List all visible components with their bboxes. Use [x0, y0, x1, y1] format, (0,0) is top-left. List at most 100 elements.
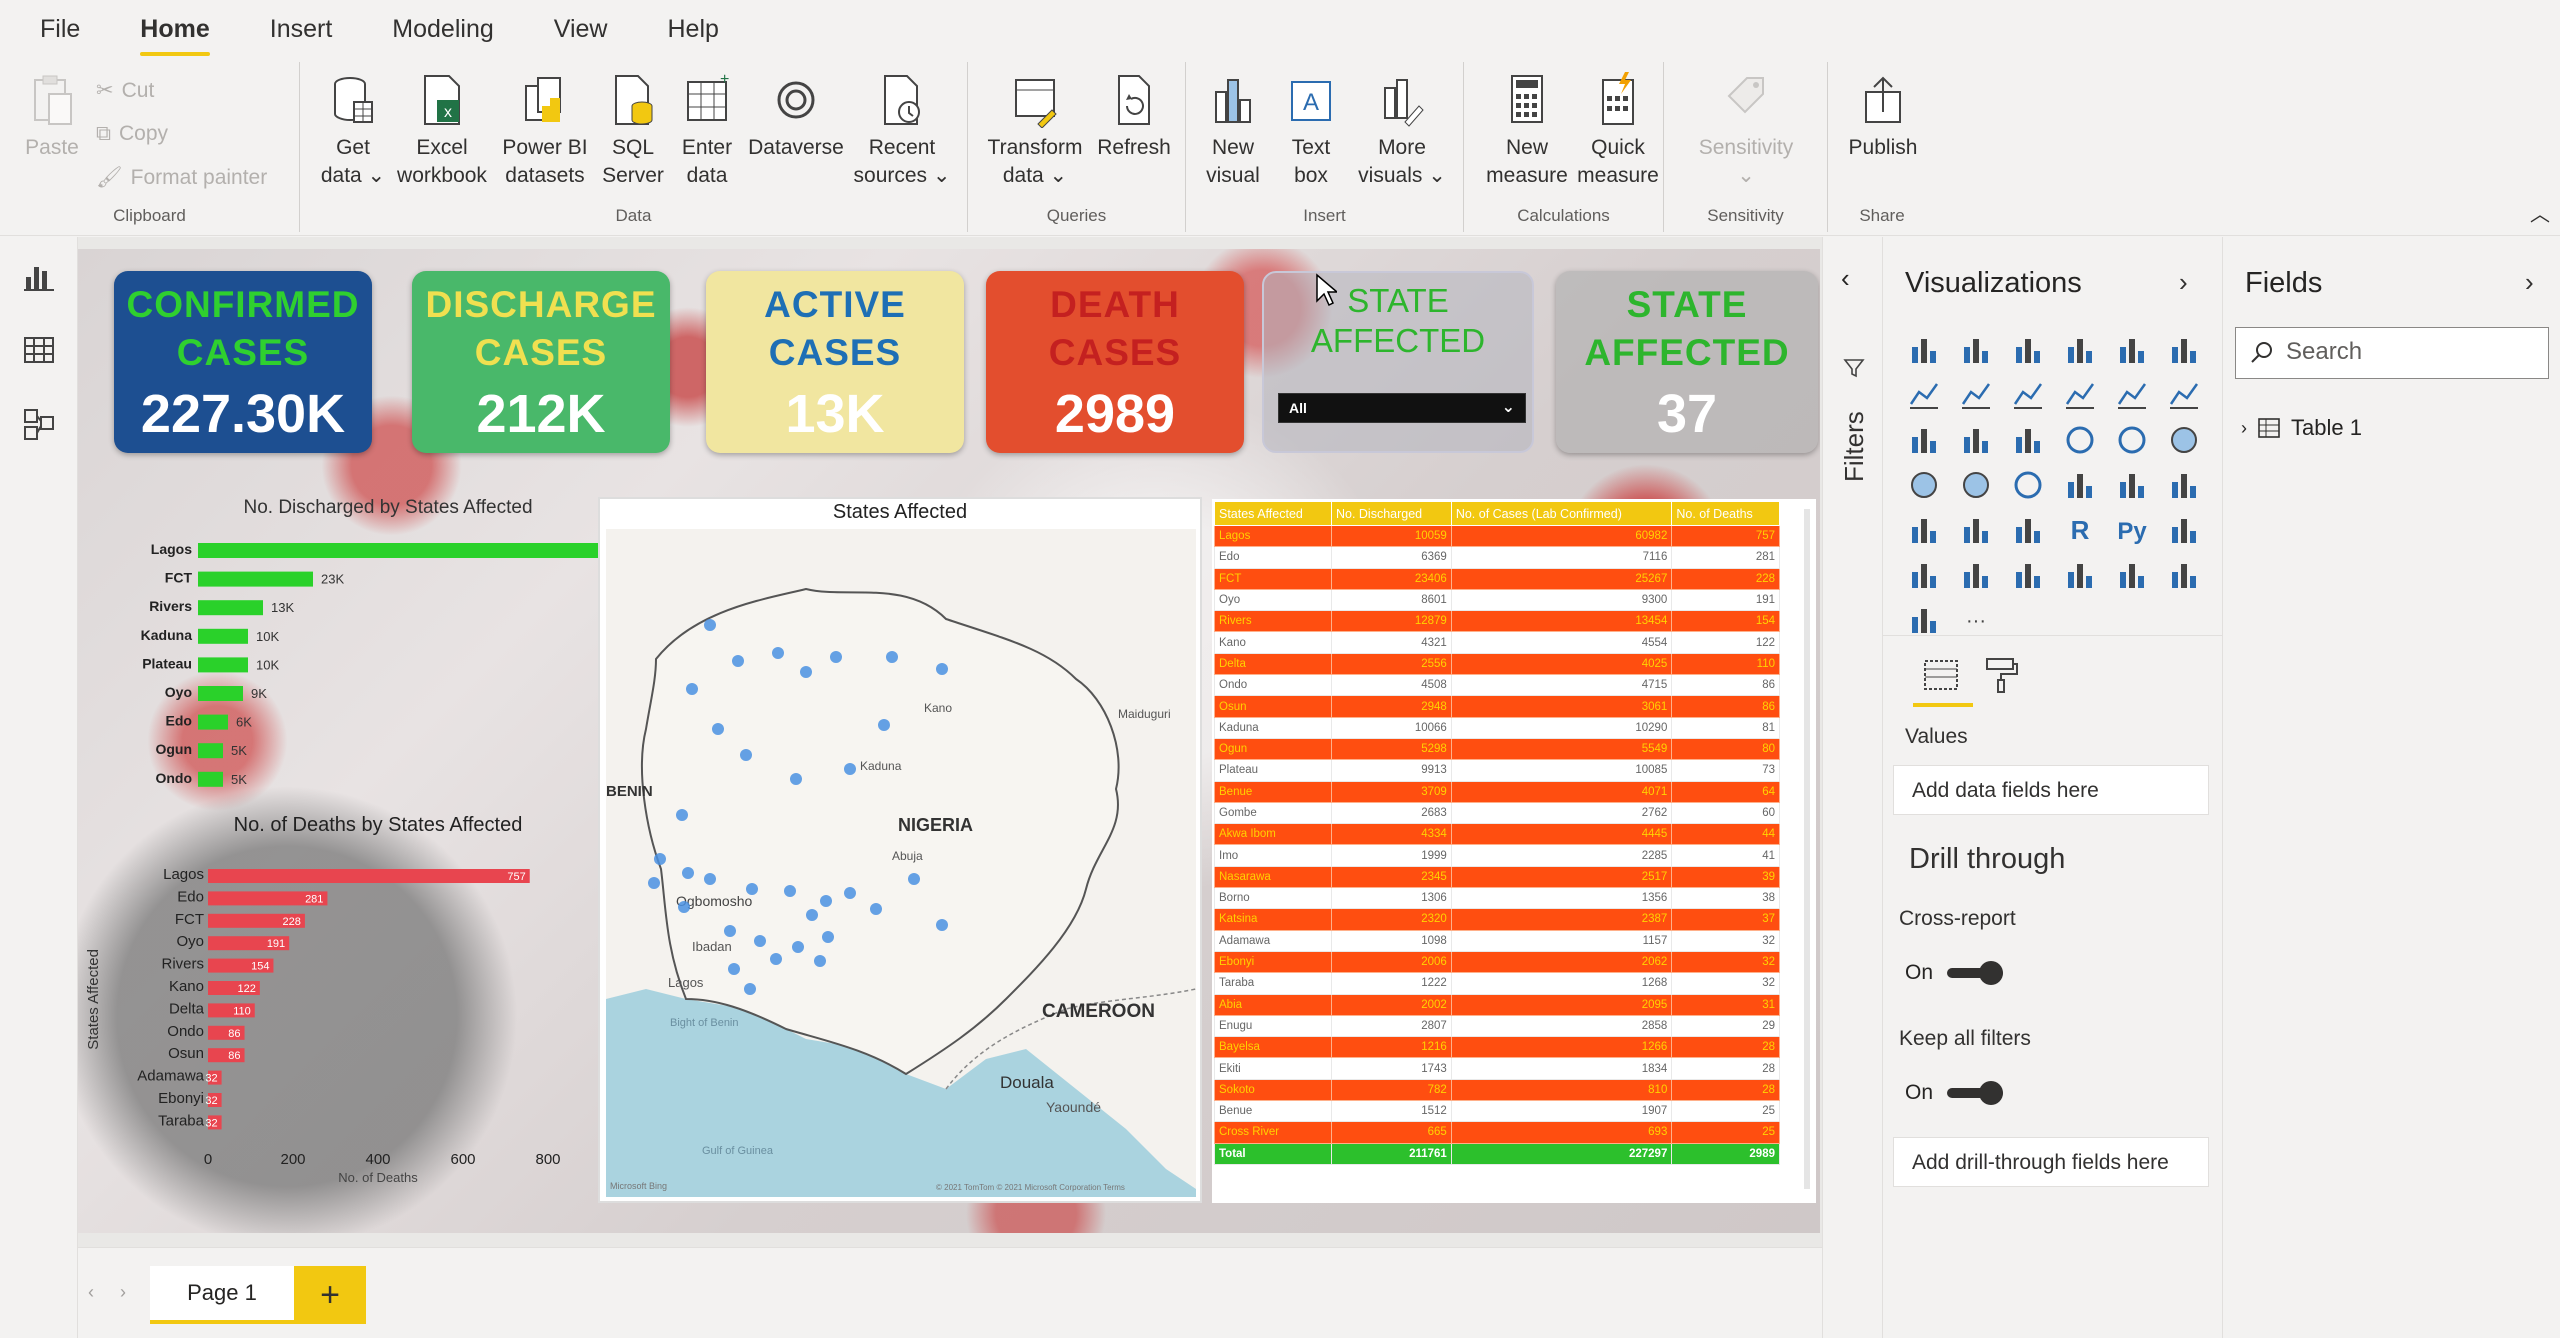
col-header-state[interactable]: States Affected	[1214, 501, 1332, 526]
discharged-bar-chart[interactable]: No. Discharged by States AffectedLagos80…	[118, 489, 658, 799]
table-row[interactable]: Cross River 665 693 25	[1214, 1121, 1780, 1144]
chevron-right-icon[interactable]: ›	[2241, 418, 2247, 439]
filters-pane-collapsed[interactable]: ‹ Filters	[1822, 237, 1882, 1338]
powerbi-datasets-button[interactable]: Power BI datasets	[500, 72, 590, 190]
state-dropdown[interactable]: All ⌄	[1278, 393, 1526, 423]
waterfall-chart-icon[interactable]	[1907, 423, 1941, 457]
keep-filters-toggle[interactable]: On	[1905, 1081, 2004, 1105]
cross-report-toggle[interactable]: On	[1905, 961, 2004, 985]
quick-measure-button[interactable]: Quick measure	[1574, 72, 1662, 190]
decomposition-tree-icon[interactable]	[1907, 558, 1941, 592]
enter-data-button[interactable]: + Enter data	[674, 72, 740, 190]
menu-view[interactable]: View	[554, 15, 638, 56]
new-measure-button[interactable]: New measure	[1482, 72, 1572, 190]
filled-map-icon[interactable]	[1959, 468, 1993, 502]
kpi-discharge-cases[interactable]: DISCHARGE CASES 212K	[412, 271, 670, 453]
python-visual-icon[interactable]: Py	[2115, 513, 2149, 547]
table-row[interactable]: Adamawa 1098 1157 32	[1214, 929, 1780, 952]
states-map-visual[interactable]: States Affected BENIN NIGERIA CAMEROON D…	[598, 497, 1202, 1203]
table-visual-icon[interactable]	[1959, 513, 1993, 547]
ribbon-chart-icon[interactable]	[2167, 378, 2201, 412]
add-page-button[interactable]: +	[294, 1266, 366, 1324]
publish-button[interactable]: Publish	[1838, 72, 1928, 162]
line-clustered-column-icon[interactable]	[2115, 378, 2149, 412]
menu-home[interactable]: Home	[140, 15, 239, 56]
slicer-icon[interactable]	[1907, 513, 1941, 547]
smart-narrative-icon[interactable]	[2011, 558, 2045, 592]
excel-workbook-button[interactable]: x Excel workbook	[392, 72, 492, 190]
map-canvas[interactable]: BENIN NIGERIA CAMEROON Douala Yaoundé Og…	[606, 529, 1196, 1197]
recent-sources-button[interactable]: Recent sources ⌄	[852, 72, 952, 190]
100-stacked-bar-icon[interactable]	[2115, 333, 2149, 367]
table-row[interactable]: Bayelsa 1216 1266 28	[1214, 1036, 1780, 1059]
table-scrollbar[interactable]	[1804, 509, 1810, 1189]
menu-modeling[interactable]: Modeling	[392, 15, 523, 56]
table-row[interactable]: Sokoto 782 810 28	[1214, 1078, 1780, 1102]
area-chart-icon[interactable]	[1959, 378, 1993, 412]
more-visuals-button[interactable]: More visuals ⌄	[1352, 72, 1452, 190]
field-table-1[interactable]: › Table 1	[2241, 415, 2362, 441]
values-drop-zone[interactable]: Add data fields here	[1893, 765, 2209, 815]
table-row[interactable]: Delta 2556 4025 110	[1214, 652, 1780, 676]
table-row[interactable]: Gombe 2683 2762 60	[1214, 801, 1780, 825]
table-row[interactable]: Lagos 10059 60982 757	[1214, 524, 1780, 548]
table-row[interactable]: Rivers 12879 13454 154	[1214, 610, 1780, 633]
treemap-icon[interactable]	[2167, 423, 2201, 457]
table-row[interactable]: Ondo 4508 4715 86	[1214, 674, 1780, 697]
transform-data-button[interactable]: Transform data ⌄	[982, 72, 1088, 190]
kpi-death-cases[interactable]: DEATH CASES 2989	[986, 271, 1244, 453]
table-row[interactable]: Benue 1512 1907 25	[1214, 1100, 1780, 1123]
funnel-chart-icon[interactable]	[1959, 423, 1993, 457]
table-row[interactable]: Enugu 2807 2858 29	[1214, 1014, 1780, 1038]
multi-row-card-icon[interactable]	[2115, 468, 2149, 502]
table-row[interactable]: Abia 2002 2095 31	[1214, 993, 1780, 1016]
table-row[interactable]: Plateau 9913 10085 73	[1214, 759, 1780, 782]
new-visual-button[interactable]: New visual	[1198, 72, 1268, 190]
table-row[interactable]: Edo 6369 7116 281	[1214, 546, 1780, 569]
dataverse-button[interactable]: Dataverse	[744, 72, 848, 162]
page-tab-1[interactable]: Page 1	[150, 1266, 294, 1324]
table-row[interactable]: Kano 4321 4554 122	[1214, 631, 1780, 654]
kpi-icon[interactable]	[2167, 468, 2201, 502]
clustered-column-chart-icon[interactable]	[2063, 333, 2097, 367]
report-view-icon[interactable]	[22, 259, 56, 293]
table-row[interactable]: Kaduna 10066 10290 81	[1214, 716, 1780, 739]
qa-icon[interactable]	[1959, 558, 1993, 592]
map-icon[interactable]	[1907, 468, 1941, 502]
table-row[interactable]: Akwa Ibom 4334 4445 44	[1214, 823, 1780, 846]
power-automate-icon[interactable]	[2167, 558, 2201, 592]
table-row[interactable]: FCT 23406 25267 228	[1214, 567, 1780, 590]
kpi-active-cases[interactable]: ACTIVE CASES 13K	[706, 271, 964, 453]
100-stacked-column-icon[interactable]	[2167, 333, 2201, 367]
col-header-deaths[interactable]: No. of Deaths	[1671, 501, 1780, 526]
chevron-visual-icon[interactable]	[1907, 603, 1941, 637]
table-row[interactable]: Taraba 1222 1268 32	[1214, 972, 1780, 995]
donut-chart-icon[interactable]	[2115, 423, 2149, 457]
states-table-visual[interactable]: States Affected No. Discharged No. of Ca…	[1212, 499, 1816, 1203]
col-header-discharged[interactable]: No. Discharged	[1330, 501, 1452, 526]
kpi-confirmed-cases[interactable]: CONFIRMED CASES 227.30K	[114, 271, 372, 453]
data-view-icon[interactable]	[22, 333, 56, 367]
line-chart-icon[interactable]	[1907, 378, 1941, 412]
format-paint-roller-icon[interactable]	[1981, 655, 2021, 695]
prev-page-icon[interactable]: ‹	[88, 1282, 94, 1303]
table-row[interactable]: Benue 3709 4071 64	[1214, 780, 1780, 803]
paste-button[interactable]: Paste	[22, 72, 82, 162]
sql-server-button[interactable]: SQL Server	[598, 72, 668, 190]
gauge-icon[interactable]	[2011, 468, 2045, 502]
fields-pane-chevron-icon[interactable]: ›	[2525, 267, 2534, 298]
text-box-button[interactable]: A Text box	[1278, 72, 1344, 190]
sensitivity-button[interactable]: Sensitivity ⌄	[1686, 72, 1806, 190]
more-visuals-icon[interactable]: ···	[1959, 603, 1993, 637]
deaths-bar-chart[interactable]: No. of Deaths by States Affected Lagos 757…	[78, 805, 598, 1233]
collapse-ribbon-icon[interactable]: ︿	[2530, 198, 2550, 227]
scatter-chart-icon[interactable]	[2011, 423, 2045, 457]
table-row[interactable]: Ogun 5298 5549 80	[1214, 737, 1780, 761]
refresh-button[interactable]: Refresh	[1092, 72, 1176, 162]
get-data-button[interactable]: Get data ⌄	[320, 72, 386, 190]
key-influencers-icon[interactable]	[2167, 513, 2201, 547]
table-row[interactable]: Borno 1306 1356 38	[1214, 887, 1780, 910]
stacked-area-icon[interactable]	[2011, 378, 2045, 412]
card-icon[interactable]	[2063, 468, 2097, 502]
fields-well-icon[interactable]	[1921, 655, 1961, 695]
